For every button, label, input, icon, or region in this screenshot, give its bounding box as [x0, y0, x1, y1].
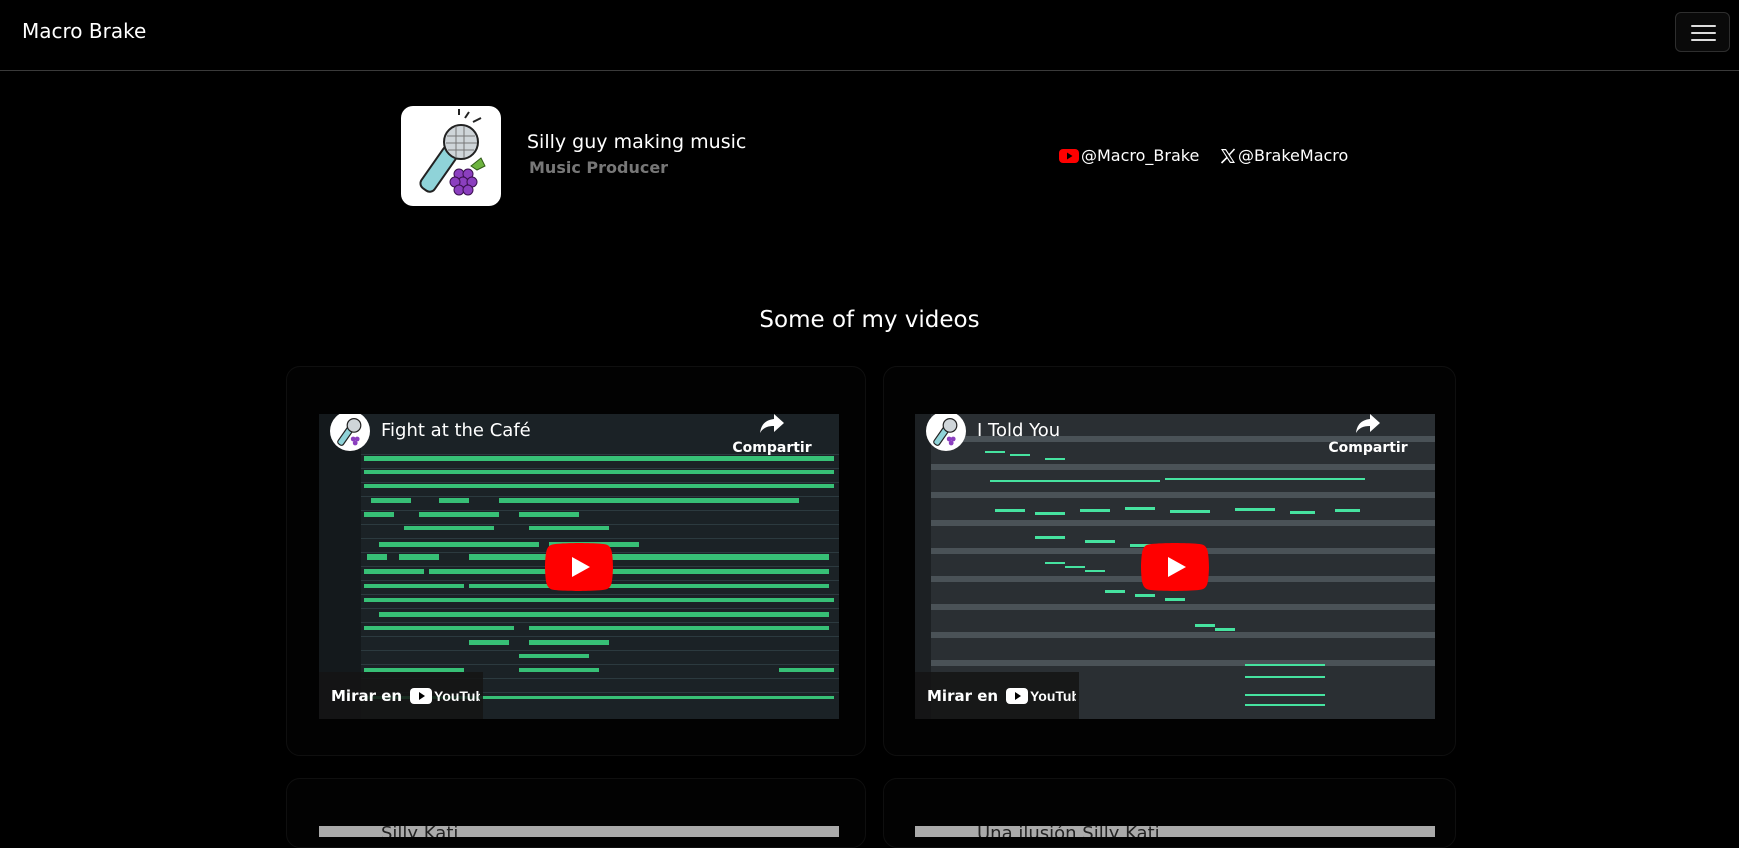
youtube-logo: YouTube — [1006, 687, 1076, 704]
x-link[interactable]: @BrakeMacro — [1220, 146, 1348, 165]
video-title[interactable]: Silly Kati — [381, 826, 458, 837]
video-title[interactable]: Una ilusión Silly Kati — [977, 826, 1160, 837]
avatar — [401, 106, 501, 206]
youtube-handle: @Macro_Brake — [1081, 146, 1200, 165]
youtube-link[interactable]: @Macro_Brake — [1059, 146, 1199, 165]
profile-role: Music Producer — [529, 158, 669, 177]
x-handle: @BrakeMacro — [1238, 146, 1349, 165]
share-button[interactable]: Compartir — [727, 414, 817, 456]
navbar: Macro Brake — [0, 0, 1739, 71]
video-embed[interactable]: I Told You Compartir Mirar en YouTube — [915, 414, 1435, 719]
youtube-logo-text: YouTube — [434, 688, 480, 704]
microphone-grapes-icon — [419, 109, 486, 196]
watch-on-youtube-button[interactable]: Mirar en YouTube — [319, 672, 483, 719]
watch-label: Mirar en — [331, 686, 403, 705]
profile-tagline: Silly guy making music — [527, 131, 747, 153]
video-title[interactable]: I Told You — [977, 420, 1060, 441]
watch-on-youtube-button[interactable]: Mirar en YouTube — [915, 672, 1079, 719]
play-icon[interactable] — [1141, 542, 1209, 591]
brand-link[interactable]: Macro Brake — [22, 19, 146, 43]
menu-icon — [1691, 25, 1716, 27]
youtube-icon — [1059, 148, 1079, 163]
youtube-logo-text: YouTube — [1030, 688, 1076, 704]
youtube-logo: YouTube — [410, 687, 480, 704]
video-embed[interactable]: Fight at the Café Compartir Mirar en You… — [319, 414, 839, 719]
share-icon — [1356, 414, 1380, 433]
video-embed[interactable]: Una ilusión Silly Kati — [915, 826, 1435, 837]
share-button[interactable]: Compartir — [1323, 414, 1413, 456]
watch-label: Mirar en — [927, 686, 999, 705]
share-label: Compartir — [1328, 440, 1408, 456]
share-label: Compartir — [732, 440, 812, 456]
video-card — [286, 778, 866, 848]
videos-section-title: Some of my videos — [759, 307, 980, 333]
menu-toggle-button[interactable] — [1675, 12, 1730, 52]
play-icon[interactable] — [545, 542, 613, 591]
share-icon — [760, 414, 784, 433]
video-embed[interactable]: Silly Kati — [319, 826, 839, 837]
video-title[interactable]: Fight at the Café — [381, 420, 531, 441]
x-icon — [1220, 147, 1236, 164]
video-card — [883, 778, 1456, 848]
